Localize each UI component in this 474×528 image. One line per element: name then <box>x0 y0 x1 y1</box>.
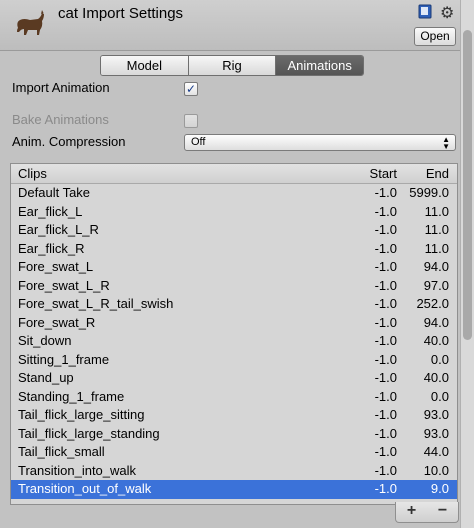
clip-end: 0.0 <box>430 388 449 404</box>
table-row[interactable]: Default Take -1.0 5999.0 <box>11 184 457 203</box>
clips-header: Clips Start End <box>11 164 457 184</box>
table-row[interactable]: Fore_swat_R -1.0 94.0 <box>11 314 457 333</box>
clip-start: -1.0 <box>374 240 397 256</box>
clip-end: 11.0 <box>424 222 449 237</box>
scrollbar[interactable] <box>460 0 474 528</box>
clip-start: -1.0 <box>374 203 397 219</box>
start-column-header: Start <box>369 166 397 181</box>
open-button[interactable]: Open <box>414 27 456 46</box>
clip-name: Transition_out_of_walk <box>18 481 152 496</box>
bake-animations-label: Bake Animations <box>12 112 109 127</box>
table-row[interactable]: Fore_swat_L -1.0 94.0 <box>11 258 457 277</box>
table-row[interactable]: Sit_down -1.0 40.0 <box>11 332 457 351</box>
clip-name: Ear_flick_L <box>18 203 83 219</box>
clip-name: Transition_into_walk <box>18 462 137 478</box>
select-arrows-icon: ▲ ▼ <box>442 135 450 151</box>
clip-end: 252.0 <box>416 296 449 311</box>
clips-list: Clips Start End Default Take -1.0 5999.0 Ea… <box>10 163 458 505</box>
clip-start: -1.0 <box>374 425 397 441</box>
anim-compression-value: Off <box>191 136 206 148</box>
tab-model[interactable]: Model <box>101 56 189 75</box>
table-row[interactable]: Tail_flick_large_sitting -1.0 93.0 <box>11 406 457 425</box>
clip-name: Tail_flick_large_sitting <box>18 407 145 422</box>
clip-name: Sit_down <box>18 333 72 348</box>
table-row[interactable]: Transition_out_of_walk -1.0 9.0 <box>11 480 457 499</box>
remove-clip-button[interactable]: − <box>427 502 458 522</box>
clip-start: -1.0 <box>374 314 397 330</box>
tab-rig[interactable]: Rig <box>188 56 277 75</box>
inspector-header: cat Import Settings ⚙ Open <box>0 0 474 51</box>
clip-start: -1.0 <box>374 259 397 274</box>
table-row[interactable]: Transition_into_walk -1.0 10.0 <box>11 462 457 481</box>
table-row[interactable]: Standing_1_frame -1.0 0.0 <box>11 388 457 407</box>
table-row[interactable]: Fore_swat_L_R_tail_swish -1.0 252.0 <box>11 295 457 314</box>
clip-end: 11.0 <box>424 203 449 219</box>
clip-end: 11.0 <box>424 240 449 256</box>
clip-start: -1.0 <box>374 407 397 422</box>
table-row[interactable]: Ear_flick_R -1.0 11.0 <box>11 240 457 259</box>
clip-rows: Default Take -1.0 5999.0 Ear_flick_L -1.0 11.… <box>11 184 457 499</box>
cat-icon <box>17 10 44 35</box>
clip-name: Tail_flick_small <box>18 444 105 459</box>
clip-start: -1.0 <box>374 296 397 311</box>
clip-name: Fore_swat_L_R_tail_swish <box>18 296 174 311</box>
clip-end: 40.0 <box>423 333 449 348</box>
clip-end: 44.0 <box>423 444 449 459</box>
clip-start: -1.0 <box>374 370 397 385</box>
clip-end: 10.0 <box>423 462 449 478</box>
anim-compression-select[interactable]: Off ▲ ▼ <box>184 134 456 151</box>
bake-animations-checkbox[interactable] <box>184 114 198 128</box>
table-row[interactable]: Stand_up -1.0 40.0 <box>11 369 457 388</box>
clip-name: Default Take <box>18 185 91 200</box>
table-row[interactable]: Ear_flick_L -1.0 11.0 <box>11 203 457 222</box>
clip-end: 5999.0 <box>409 185 449 200</box>
clip-end: 9.0 <box>430 481 449 496</box>
clip-name: Tail_flick_large_standing <box>18 425 160 441</box>
clip-start: -1.0 <box>374 222 397 237</box>
clip-buttons: + − <box>395 502 459 523</box>
anim-compression-label: Anim. Compression <box>12 134 126 149</box>
clip-name: Sitting_1_frame <box>18 351 110 367</box>
clip-end: 93.0 <box>423 407 449 422</box>
clip-end: 97.0 <box>423 277 449 293</box>
table-row[interactable]: Tail_flick_small -1.0 44.0 <box>11 443 457 462</box>
clip-name: Fore_swat_L_R <box>18 277 110 293</box>
clip-end: 94.0 <box>423 314 449 330</box>
clip-name: Fore_swat_L <box>18 259 94 274</box>
gear-icon[interactable]: ⚙ <box>440 3 454 23</box>
import-animation-label: Import Animation <box>12 80 110 95</box>
clip-name: Fore_swat_R <box>18 314 96 330</box>
clip-name: Ear_flick_L_R <box>18 222 99 237</box>
clip-start: -1.0 <box>374 481 397 496</box>
table-row[interactable]: Sitting_1_frame -1.0 0.0 <box>11 351 457 370</box>
clip-name: Ear_flick_R <box>18 240 85 256</box>
clip-start: -1.0 <box>374 185 397 200</box>
clip-start: -1.0 <box>374 277 397 293</box>
table-row[interactable]: Fore_swat_L_R -1.0 97.0 <box>11 277 457 296</box>
tab-bar: Model Rig Animations <box>100 55 364 76</box>
clip-end: 94.0 <box>423 259 449 274</box>
clip-start: -1.0 <box>374 444 397 459</box>
clips-column-header: Clips <box>18 166 47 181</box>
clip-start: -1.0 <box>374 351 397 367</box>
clip-start: -1.0 <box>374 388 397 404</box>
clip-end: 0.0 <box>430 351 449 367</box>
end-column-header: End <box>425 166 449 181</box>
table-row[interactable]: Ear_flick_L_R -1.0 11.0 <box>11 221 457 240</box>
clip-end: 93.0 <box>423 425 449 441</box>
add-clip-button[interactable]: + <box>396 502 427 522</box>
table-row[interactable]: Tail_flick_large_standing -1.0 93.0 <box>11 425 457 444</box>
book-icon[interactable] <box>418 4 432 19</box>
clip-end: 40.0 <box>423 370 449 385</box>
clip-name: Standing_1_frame <box>18 388 125 404</box>
clip-start: -1.0 <box>374 462 397 478</box>
clip-name: Stand_up <box>18 370 74 385</box>
clip-start: -1.0 <box>374 333 397 348</box>
tab-animations[interactable]: Animations <box>276 56 363 75</box>
import-animation-checkbox[interactable]: ✓ <box>184 82 198 96</box>
page-title: cat Import Settings <box>58 5 184 22</box>
scroll-thumb[interactable] <box>463 30 472 340</box>
